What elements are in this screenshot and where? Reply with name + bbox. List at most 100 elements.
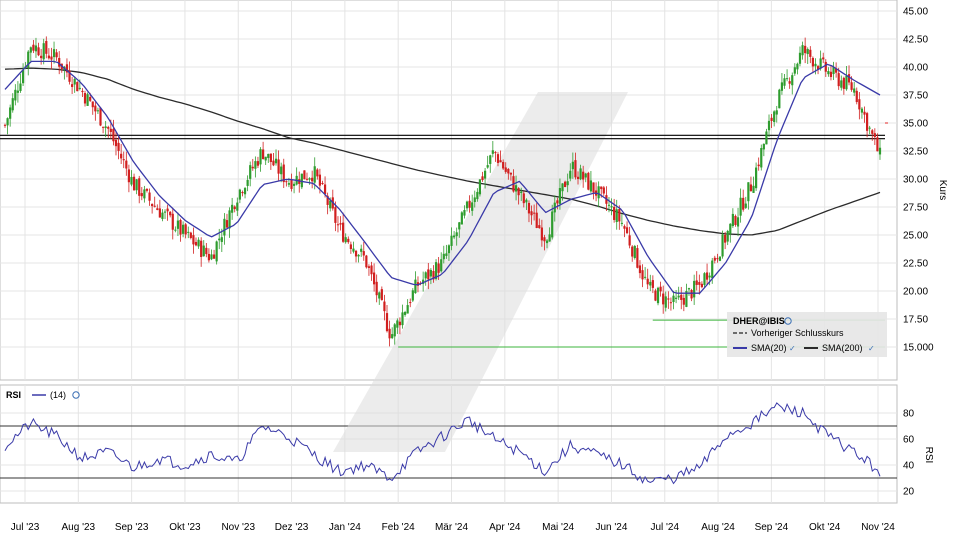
candle-body <box>602 187 605 194</box>
candle-body <box>747 182 750 202</box>
legend-sma200-check-icon[interactable]: ✓ <box>868 344 875 353</box>
candle-body <box>576 176 580 180</box>
candle-body <box>91 101 94 108</box>
candle-body <box>649 281 652 286</box>
candle-body <box>305 178 309 180</box>
candle-body <box>669 302 673 304</box>
candle-body <box>651 280 654 288</box>
candle-body <box>876 137 879 152</box>
candle-body <box>674 297 678 299</box>
candle-body <box>584 173 587 178</box>
legend-sma20-check-icon[interactable]: ✓ <box>789 344 796 353</box>
candle-body <box>3 124 7 126</box>
candle-body <box>313 166 316 183</box>
candle-body <box>414 279 417 294</box>
x-tick-label: Sep '24 <box>755 522 789 533</box>
candle-body <box>613 206 616 220</box>
candle-body <box>76 82 79 92</box>
rsi-legend-period: (14) <box>50 390 66 400</box>
candle-body <box>138 178 141 196</box>
candle-body <box>32 44 35 51</box>
candle-body <box>827 71 830 75</box>
candle-body <box>530 211 533 216</box>
candle-body <box>540 227 543 241</box>
candle-body <box>370 265 373 275</box>
candle-body <box>365 255 368 268</box>
candle-body <box>411 290 414 301</box>
candle-body <box>494 152 497 154</box>
price-y-tick-label: 27.50 <box>903 203 928 214</box>
candle-body <box>587 172 590 190</box>
candle-body <box>78 87 81 89</box>
candle-body <box>205 247 208 255</box>
candle-body <box>316 169 319 177</box>
candle-body <box>42 43 45 60</box>
candle-body <box>262 149 265 160</box>
candle-body <box>403 312 407 315</box>
candle-body <box>344 237 347 243</box>
candle-body <box>83 93 87 104</box>
candle-body <box>491 150 494 154</box>
candle-body <box>718 256 722 261</box>
candle-body <box>865 113 869 131</box>
candle-body <box>89 96 92 101</box>
candle-body <box>855 90 858 103</box>
x-tick-label: Jul '23 <box>11 522 40 533</box>
candle-body <box>409 302 412 304</box>
candle-body <box>362 251 365 256</box>
candle-body <box>551 211 554 238</box>
candle-body <box>391 334 394 339</box>
candle-body <box>809 49 812 57</box>
candle-body <box>349 244 352 249</box>
candle-body <box>132 176 136 191</box>
candle-body <box>775 110 778 115</box>
candle-body <box>829 71 833 77</box>
candle-body <box>716 258 719 260</box>
candle-body <box>156 208 159 210</box>
candle-body <box>174 229 177 231</box>
candle-body <box>269 153 272 163</box>
candle-body <box>824 61 827 72</box>
candle-body <box>744 203 747 208</box>
legend-sma20-label: SMA(20) <box>751 343 787 353</box>
candle-body <box>610 206 613 208</box>
price-y-tick-label: 32.50 <box>903 147 928 158</box>
candle-body <box>793 67 796 74</box>
candle-body <box>378 292 381 299</box>
candle-body <box>107 126 110 129</box>
candle-body <box>187 231 190 233</box>
candle-body <box>785 78 789 80</box>
candle-body <box>460 212 463 225</box>
candle-body <box>765 131 768 145</box>
candle-body <box>357 254 360 257</box>
candle-body <box>814 63 817 67</box>
candle-body <box>561 183 564 192</box>
candle-body <box>618 209 621 222</box>
candle-body <box>465 201 469 209</box>
candle-body <box>783 78 786 86</box>
candle-body <box>504 167 507 172</box>
candle-body <box>811 57 814 67</box>
x-tick-label: Okt '23 <box>169 522 201 533</box>
candle-body <box>251 166 254 169</box>
candle-body <box>703 273 706 286</box>
candle-body <box>499 160 502 163</box>
x-tick-label: Nov '24 <box>861 522 895 533</box>
candle-body <box>225 220 229 228</box>
candle-body <box>290 179 293 189</box>
candle-body <box>473 197 476 203</box>
candle-body <box>468 200 471 208</box>
candle-body <box>207 253 211 261</box>
rsi-y-tick-label: 60 <box>903 435 915 446</box>
candle-body <box>334 207 337 223</box>
candle-body <box>615 209 618 222</box>
candle-body <box>445 253 448 256</box>
price-y-tick-label: 42.50 <box>903 35 928 46</box>
candle-body <box>806 49 809 55</box>
candle-body <box>120 153 123 159</box>
candle-body <box>545 240 549 244</box>
candle-body <box>112 128 115 142</box>
candle-body <box>682 297 685 305</box>
candle-body <box>757 164 760 167</box>
candle-body <box>122 159 125 161</box>
